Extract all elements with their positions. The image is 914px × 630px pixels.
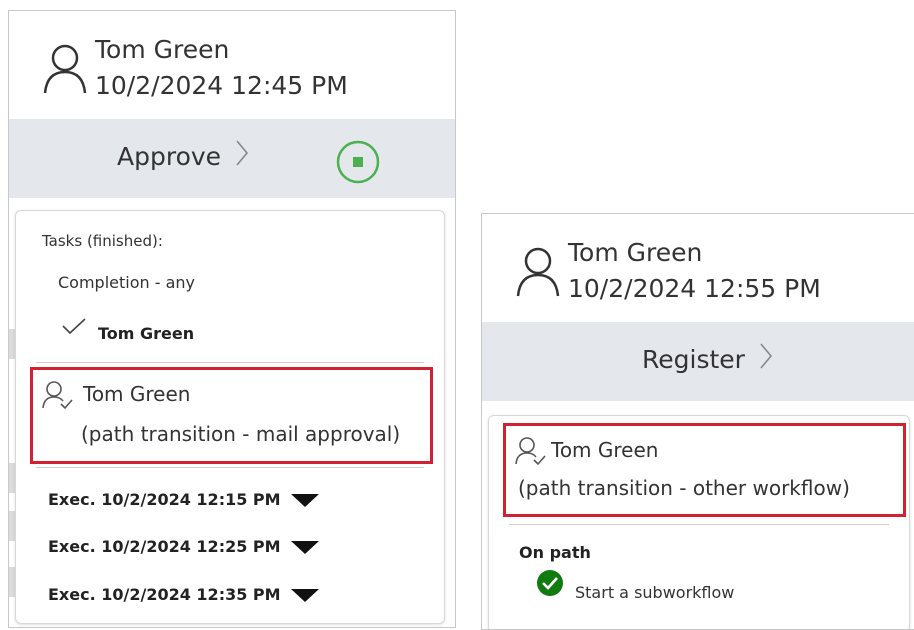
step-user-name: Tom Green bbox=[568, 238, 703, 267]
step-header: Tom Green 10/2/2024 12:55 PM bbox=[482, 214, 914, 322]
path-transition-entry: Tom Green (path transition - other workf… bbox=[503, 423, 906, 517]
stage-label: Register bbox=[642, 345, 745, 374]
chevron-right-icon bbox=[759, 342, 773, 376]
execution-row[interactable]: Exec. 10/2/2024 12:35 PM bbox=[48, 585, 319, 604]
execution-row[interactable]: Exec. 10/2/2024 12:15 PM bbox=[48, 490, 319, 509]
step-timestamp: 10/2/2024 12:55 PM bbox=[568, 274, 821, 303]
execution-row[interactable]: Exec. 10/2/2024 12:25 PM bbox=[48, 537, 319, 556]
stage-register-button[interactable]: Register bbox=[642, 342, 773, 376]
user-transition-icon bbox=[515, 436, 547, 470]
workflow-step-card-approve: Tom Green 10/2/2024 12:45 PM Approve Tas… bbox=[8, 10, 456, 628]
caret-down-icon[interactable] bbox=[290, 589, 319, 602]
tasks-heading: Tasks (finished): bbox=[42, 232, 163, 250]
caret-down-icon[interactable] bbox=[290, 541, 319, 554]
user-icon bbox=[516, 246, 560, 302]
step-header: Tom Green 10/2/2024 12:45 PM bbox=[9, 11, 455, 119]
on-path-item[interactable]: Start a subworkflow bbox=[575, 583, 734, 602]
chevron-right-icon bbox=[235, 139, 249, 173]
stage-label: Approve bbox=[117, 142, 222, 171]
step-details-panel: Tom Green (path transition - other workf… bbox=[488, 415, 910, 629]
stage-approve-button[interactable]: Approve bbox=[117, 139, 249, 173]
step-timestamp: 10/2/2024 12:45 PM bbox=[95, 71, 348, 100]
execution-label: Exec. 10/2/2024 12:15 PM bbox=[48, 490, 281, 509]
on-path-heading: On path bbox=[519, 543, 591, 562]
caret-down-icon[interactable] bbox=[290, 494, 319, 507]
transition-user: Tom Green bbox=[551, 438, 659, 462]
divider bbox=[509, 524, 889, 525]
divider bbox=[36, 362, 424, 363]
checkmark-icon bbox=[61, 317, 87, 339]
execution-label: Exec. 10/2/2024 12:25 PM bbox=[48, 537, 281, 556]
step-user-name: Tom Green bbox=[95, 35, 230, 64]
completed-by-user: Tom Green bbox=[98, 324, 195, 343]
user-icon bbox=[43, 43, 87, 99]
stage-band: Approve bbox=[9, 119, 455, 198]
path-transition-entry: Tom Green (path transition - mail approv… bbox=[30, 367, 433, 464]
transition-note: (path transition - other workflow) bbox=[518, 476, 850, 500]
user-transition-icon bbox=[42, 380, 74, 414]
transition-note: (path transition - mail approval) bbox=[81, 422, 401, 446]
divider bbox=[36, 467, 424, 468]
completion-rule: Completion - any bbox=[58, 273, 195, 292]
success-check-icon bbox=[536, 569, 564, 601]
execution-label: Exec. 10/2/2024 12:35 PM bbox=[48, 585, 281, 604]
transition-user: Tom Green bbox=[83, 382, 191, 406]
stage-band: Register bbox=[482, 322, 914, 401]
step-details-panel: Tasks (finished): Completion - any Tom G… bbox=[15, 210, 445, 624]
stop-icon[interactable] bbox=[336, 140, 380, 184]
workflow-step-card-register: Tom Green 10/2/2024 12:55 PM Register To… bbox=[481, 213, 914, 630]
